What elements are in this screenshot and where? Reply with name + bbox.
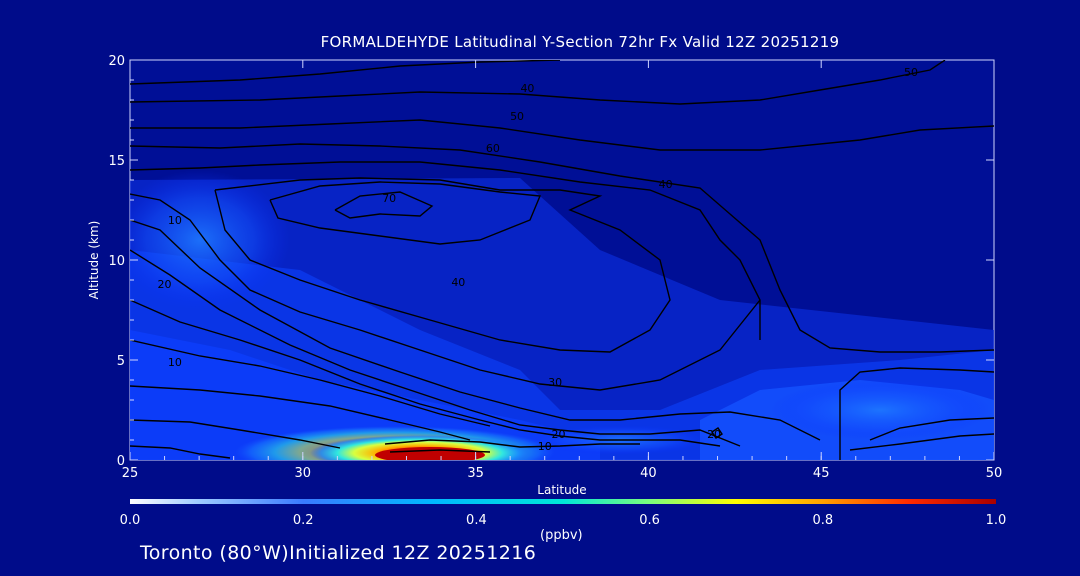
field-blob-north [130,170,290,310]
contour-label: 40 [659,178,673,191]
x-tick-label: 35 [467,466,484,481]
contour-label: 10 [168,214,182,227]
contour-label: 10 [538,440,552,453]
colorbar-ticks: 0.0 0.2 0.4 0.6 0.8 1.0 [120,513,1007,528]
contour-label: 20 [552,428,566,441]
contour-label: 60 [486,142,500,155]
contour-label: 70 [382,192,396,205]
y-tick-label: 0 [117,454,125,469]
hotspot-peak [375,447,485,460]
contour-label: 20 [158,278,172,291]
colorbar-tick-label: 0.8 [812,513,833,528]
colorbar-tick-label: 0.0 [120,513,141,528]
cross-section-chart: 1020107060504040504030201020 25 30 35 40 45 5… [87,54,1007,528]
contour-label: 50 [510,110,524,123]
colorbar-tick-label: 0.4 [466,513,487,528]
contour-label: 40 [451,276,465,289]
x-tick-label: 40 [640,466,657,481]
y-tick-label: 5 [117,354,125,369]
contour-label: 40 [520,82,534,95]
contour-label: 50 [904,66,918,79]
y-axis-label: Altitude (km) [87,221,101,300]
contour-label: 20 [707,428,721,441]
colorbar-tick-label: 0.2 [293,513,314,528]
colorbar-tick-label: 0.6 [639,513,660,528]
y-tick-label: 15 [108,154,125,169]
contour-label: 30 [548,376,562,389]
contour-label: 10 [168,356,182,369]
y-tick-label: 10 [108,254,125,269]
y-tick-label: 20 [108,54,125,69]
colorbar-units: (ppbv) [540,528,583,543]
run-info-footer: Toronto (80°W)Initialized 12Z 20251216 [140,542,537,564]
colorbar-tick-label: 1.0 [986,513,1007,528]
colorbar [130,499,996,504]
x-tick-label: 45 [813,466,830,481]
x-axis-label: Latitude [537,483,586,497]
x-tick-label: 50 [986,466,1003,481]
x-tick-label: 30 [295,466,312,481]
